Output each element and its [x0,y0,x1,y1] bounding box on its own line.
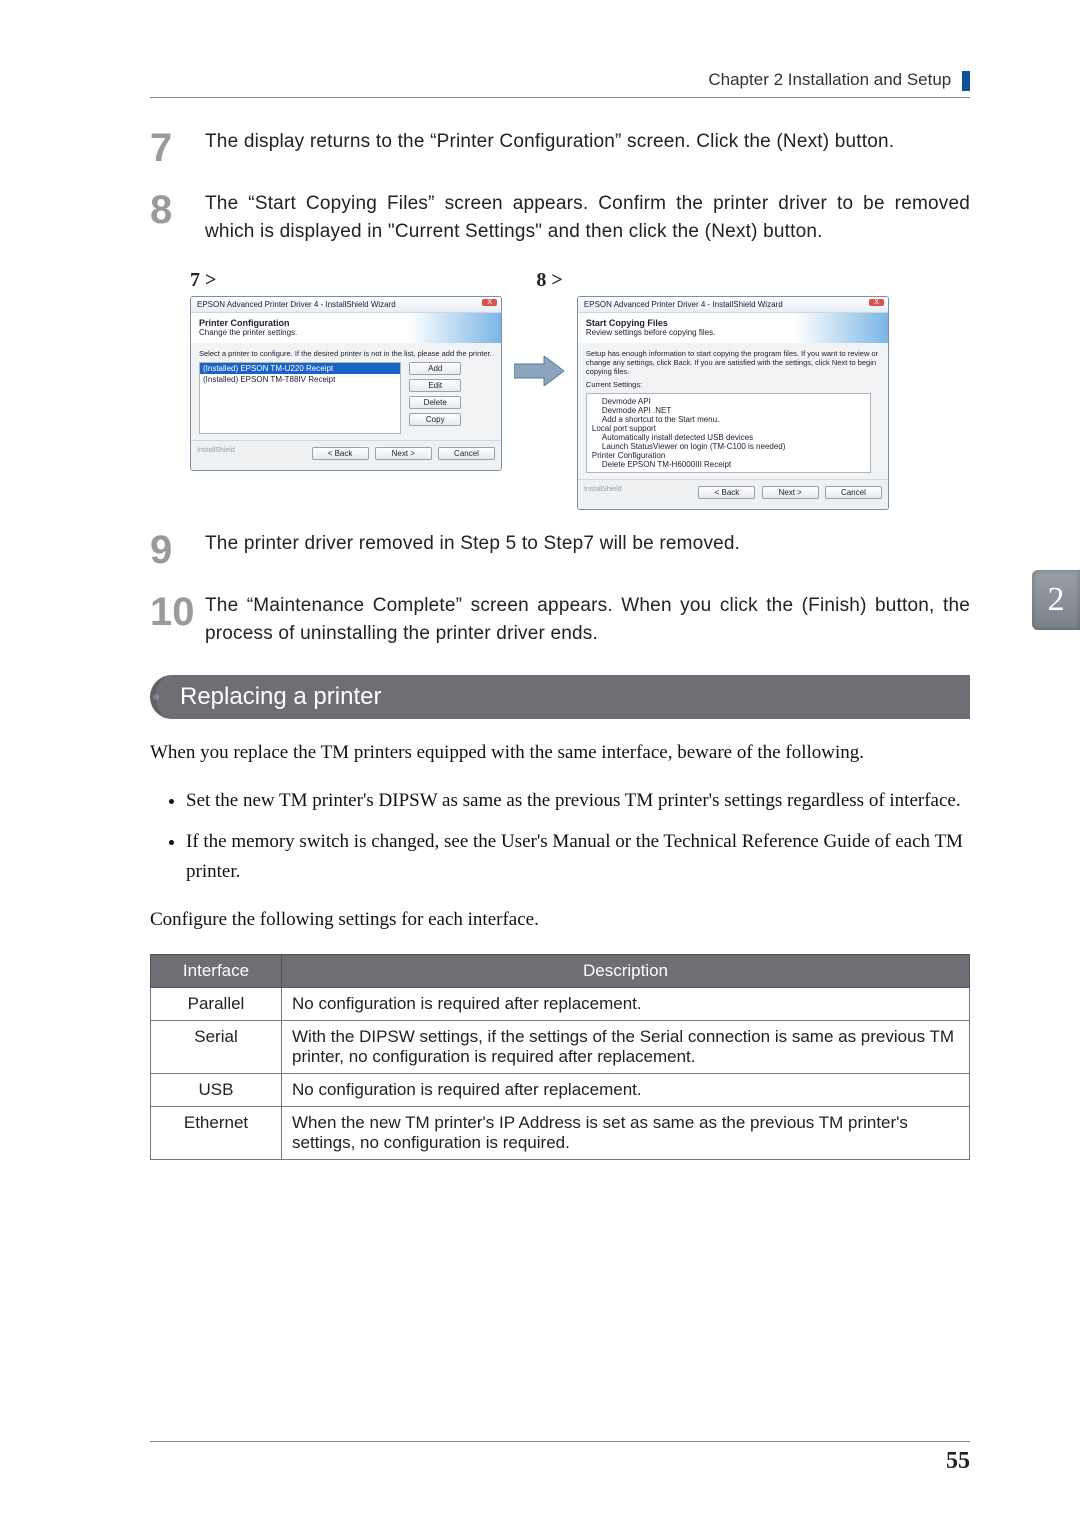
table-row: USB No configuration is required after r… [151,1073,970,1106]
page: Chapter 2 Installation and Setup 7 The d… [0,0,1080,1527]
config-line: Configure the following settings for eac… [150,905,970,934]
description-cell: With the DIPSW settings, if the settings… [282,1020,970,1073]
page-footer: 55 [150,1433,970,1475]
screenshot-label-8: 8 > [536,269,562,292]
step-text: The “Start Copying Files” screen appears… [205,190,970,247]
current-settings-box[interactable]: Devmode API Devmode API .NET Add a short… [586,393,871,473]
screenshot-label-7: 7 > [190,269,216,292]
description-cell: No configuration is required after repla… [282,987,970,1020]
printer-listbox[interactable]: (Installed) EPSON TM-U220 Receipt (Insta… [199,362,401,434]
setting-line: Delete EPSON TM-H6000III Receipt [592,460,865,469]
dialog-description: Select a printer to configure. If the de… [199,349,493,358]
delete-button[interactable]: Delete [409,396,461,409]
header-rule [150,97,970,98]
step-9: 9 The printer driver removed in Step 5 t… [150,530,970,570]
dialog-title: EPSON Advanced Printer Driver 4 - Instal… [584,300,783,309]
edit-button[interactable]: Edit [409,379,461,392]
next-button[interactable]: Next > [762,486,819,499]
dialog-subheading: Review settings before copying files. [586,328,715,337]
back-button[interactable]: < Back [698,486,755,499]
close-icon[interactable]: X [869,299,884,306]
dialog-subheading: Change the printer settings. [199,328,297,337]
dialog-printer-configuration: EPSON Advanced Printer Driver 4 - Instal… [190,296,502,471]
bullet-list: Set the new TM printer's DIPSW as same a… [186,786,970,886]
chapter-text: Chapter 2 Installation and Setup [708,70,951,89]
setting-line: Launch StatusViewer on login (TM-C100 is… [592,442,865,451]
interface-cell: Ethernet [151,1106,282,1159]
current-settings-label: Current Settings: [586,380,880,389]
cancel-button[interactable]: Cancel [825,486,882,499]
interface-cell: Parallel [151,987,282,1020]
interface-cell: USB [151,1073,282,1106]
list-item[interactable]: (Installed) EPSON TM-T88IV Receipt [200,374,400,385]
setting-line: Local port support [592,424,865,433]
table-header-interface: Interface [151,954,282,987]
dialog-titlebar: EPSON Advanced Printer Driver 4 - Instal… [191,297,501,313]
step-7: 7 The display returns to the “Printer Co… [150,128,970,168]
setting-line: Devmode API [592,397,865,406]
section-heading-replacing-printer: Replacing a printer [150,675,970,719]
step-number: 7 [150,128,205,168]
list-item: If the memory switch is changed, see the… [186,827,970,886]
step-text: The printer driver removed in Step 5 to … [205,530,740,570]
table-header-description: Description [282,954,970,987]
back-button[interactable]: < Back [312,447,369,460]
installshield-brand: InstallShield [197,447,235,454]
close-icon[interactable]: X [482,299,497,306]
page-number: 55 [150,1448,970,1475]
step-text: The display returns to the “Printer Conf… [205,128,894,168]
arrow-right-icon [514,356,564,386]
installshield-brand: InstallShield [584,486,622,493]
add-button[interactable]: Add [409,362,461,375]
section-intro: When you replace the TM printers equippe… [150,738,970,767]
dialog-heading: Printer Configuration [199,318,290,328]
step-number: 9 [150,530,205,570]
chapter-accent-bar [962,71,970,91]
table-row: Parallel No configuration is required af… [151,987,970,1020]
interface-table: Interface Description Parallel No config… [150,954,970,1160]
step-8: 8 The “Start Copying Files” screen appea… [150,190,970,247]
copy-button[interactable]: Copy [409,413,461,426]
dialog-start-copying-files: EPSON Advanced Printer Driver 4 - Instal… [577,296,889,510]
setting-line: Printer Configuration [592,451,865,460]
chapter-header: Chapter 2 Installation and Setup [150,70,970,91]
dialog-titlebar: EPSON Advanced Printer Driver 4 - Instal… [578,297,888,313]
dialog-description: Setup has enough information to start co… [586,349,880,376]
list-item: Set the new TM printer's DIPSW as same a… [186,786,970,815]
cancel-button[interactable]: Cancel [438,447,495,460]
setting-line: Devmode API .NET [592,406,865,415]
screenshots-row: 7 > 8 > EPSON Advanced Printer Driver 4 … [190,269,970,510]
interface-cell: Serial [151,1020,282,1073]
chapter-side-tab: 2 [1032,570,1080,630]
next-button[interactable]: Next > [375,447,432,460]
table-row: Serial With the DIPSW settings, if the s… [151,1020,970,1073]
step-number: 8 [150,190,205,247]
dialog-heading: Start Copying Files [586,318,668,328]
description-cell: No configuration is required after repla… [282,1073,970,1106]
setting-line: Add a shortcut to the Start menu. [592,415,865,424]
step-number: 10 [150,592,205,649]
table-row: Ethernet When the new TM printer's IP Ad… [151,1106,970,1159]
step-10: 10 The “Maintenance Complete” screen app… [150,592,970,649]
dialog-title: EPSON Advanced Printer Driver 4 - Instal… [197,300,396,309]
description-cell: When the new TM printer's IP Address is … [282,1106,970,1159]
setting-line: Automatically install detected USB devic… [592,433,865,442]
step-text: The “Maintenance Complete” screen appear… [205,592,970,649]
list-item[interactable]: (Installed) EPSON TM-U220 Receipt [200,363,400,374]
